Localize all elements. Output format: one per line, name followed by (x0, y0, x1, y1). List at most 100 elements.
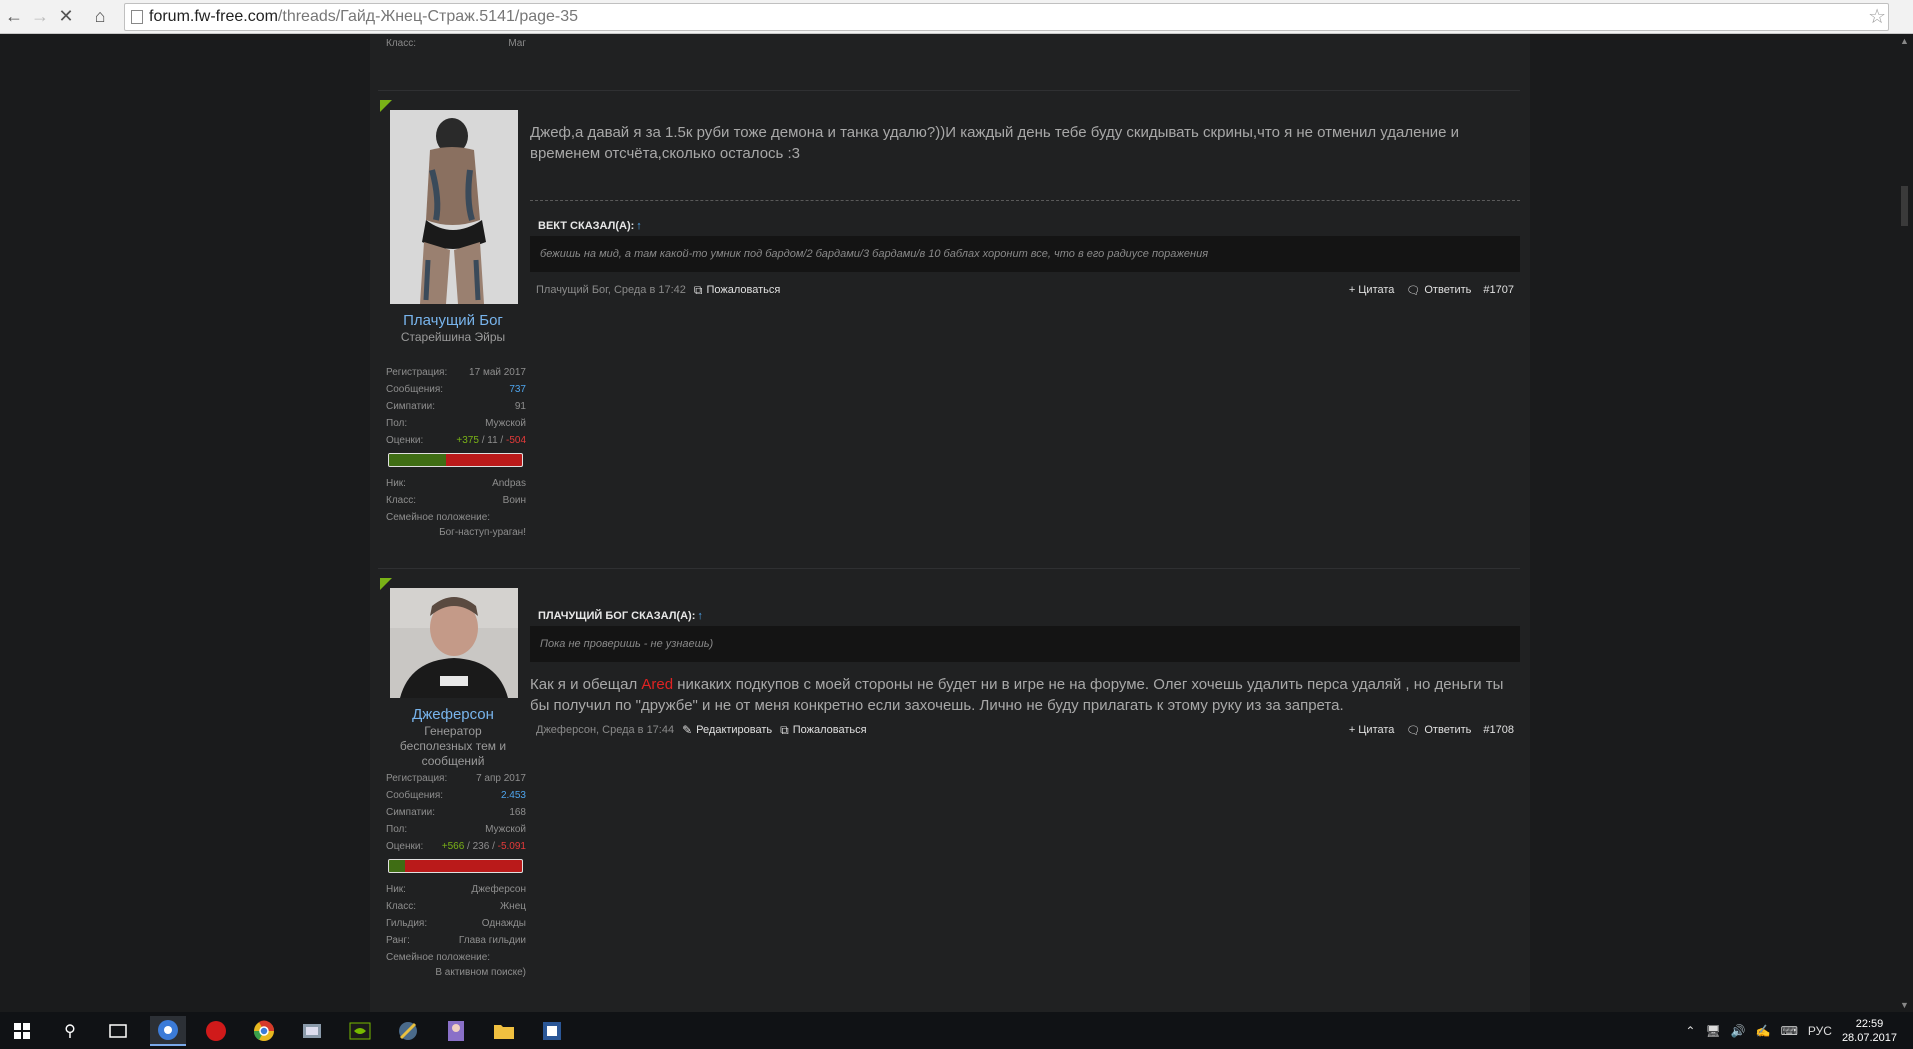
user-stats: Регистрация: 7 апр 2017 Сообщения: 2.453 С… (386, 770, 526, 982)
messages-count-link[interactable]: 737 (509, 381, 526, 398)
word-icon[interactable] (534, 1016, 570, 1046)
ratings-neutral: / 236 / (464, 841, 498, 852)
post-separator (378, 568, 1520, 569)
post-meta: Плачущий Бог, Среда в 17:42 ⧉ Пожаловатьс… (536, 282, 780, 298)
jump-to-quote-icon[interactable]: ↑ (636, 220, 642, 232)
username[interactable]: Джеферсон (378, 706, 528, 723)
stop-loading-icon[interactable]: ✕ (54, 4, 78, 28)
message-text: Как я и обещал (530, 676, 642, 693)
reply-icon: 🗨 (1406, 724, 1421, 737)
quote-button[interactable]: + Цитата (1349, 724, 1395, 736)
ratings-bar-fill (389, 454, 447, 466)
report-label: Пожаловаться (706, 284, 781, 296)
language-indicator[interactable]: РУС (1808, 1024, 1832, 1038)
stat-value: Бог-наступ-ураган! (439, 527, 526, 538)
back-icon[interactable]: ← (2, 4, 26, 28)
stat-label: Симпатии: (386, 807, 435, 818)
stat-value: 17 май 2017 (469, 367, 526, 378)
volume-icon[interactable]: 🔊 (1731, 1024, 1746, 1038)
quote-button[interactable]: + Цитата (1349, 284, 1395, 296)
message-highlight: Ared (641, 676, 674, 693)
ratings-bar-fill (389, 860, 405, 872)
clock[interactable]: 22:59 28.07.2017 (1842, 1017, 1897, 1045)
stat-value: 91 (514, 401, 526, 412)
stat-label: Семейное положение: (386, 512, 491, 523)
search-icon[interactable]: ⚲ (52, 1016, 88, 1046)
reply-label: Ответить (1424, 284, 1472, 296)
ratings-value: +375 / 11 / -504 (456, 432, 526, 449)
post-1708: Джеферсон Генератор бесполезных тем и со… (370, 578, 1530, 1018)
reply-button[interactable]: 🗨 Ответить (1406, 284, 1471, 297)
bookmark-star-icon[interactable]: ☆ (1868, 6, 1886, 28)
scrollbar-thumb[interactable] (1901, 186, 1908, 226)
post-1707: Плачущий Бог Старейшина Эйры Регистрация… (370, 100, 1530, 600)
stat-label: Регистрация: (386, 367, 448, 378)
username[interactable]: Плачущий Бог (378, 312, 528, 329)
stat-value: 7 апр 2017 (476, 773, 526, 784)
stat-label: Класс: (386, 901, 416, 912)
game-launcher-icon[interactable] (390, 1016, 426, 1046)
scroll-down-icon[interactable]: ▼ (1900, 1000, 1909, 1010)
chrome-icon[interactable] (246, 1016, 282, 1046)
stat-label: Пол: (386, 418, 408, 429)
url-path: /threads/Гайд-Жнец-Страж.5141/page-35 (277, 8, 579, 25)
stat-value: Жнец (499, 901, 526, 912)
page-scrollbar[interactable]: ▲ ▼ (1896, 34, 1913, 1012)
ratings-positive: +566 (441, 841, 465, 852)
stat-label: Пол: (386, 824, 408, 835)
pen-icon[interactable]: ✍ (1756, 1024, 1771, 1038)
post-actions: + Цитата 🗨 Ответить #1708 (1349, 722, 1514, 738)
post-actions: + Цитата 🗨 Ответить #1707 (1349, 282, 1514, 298)
red-app-icon[interactable] (198, 1016, 234, 1046)
signature-divider (530, 200, 1520, 201)
post-author-date[interactable]: Джеферсон, Среда в 17:44 (536, 724, 674, 736)
keyboard-icon[interactable]: ⌨ (1781, 1024, 1798, 1038)
address-bar[interactable]: forum.fw-free.com/threads/Гайд-Жнец-Стра… (124, 3, 1889, 31)
ratings-neutral: / 11 / (478, 435, 506, 446)
ratings-bar (388, 453, 523, 467)
app-icon[interactable] (294, 1016, 330, 1046)
stat-value: 168 (509, 807, 526, 818)
forum-thread: Класс: Маг Плачущий Бог Старейшина Эйры (370, 34, 1530, 1012)
post-author-date[interactable]: Плачущий Бог, Среда в 17:42 (536, 284, 686, 296)
post-number-link[interactable]: #1707 (1483, 284, 1514, 296)
quote-author-text: Вект сказал(а): (538, 220, 635, 232)
stat-label: Оценки: (386, 841, 424, 852)
file-explorer-icon[interactable] (486, 1016, 522, 1046)
nvidia-icon[interactable] (342, 1016, 378, 1046)
message-text: никаких подкупов с моей стороны не будет… (530, 676, 1504, 714)
user-stats: Регистрация: 17 май 2017 Сообщения: 737 Си… (386, 364, 526, 542)
report-button[interactable]: ⧉ Пожаловаться (780, 723, 866, 738)
avatar[interactable] (390, 110, 518, 304)
chrome-browser-icon[interactable] (150, 1016, 186, 1046)
network-icon[interactable]: 🖥 (1705, 1024, 1720, 1038)
scroll-up-icon[interactable]: ▲ (1900, 36, 1909, 46)
quote-text: бежишь на мид, а там какой-то умник под … (530, 236, 1520, 272)
task-view-icon[interactable] (100, 1016, 136, 1046)
forward-icon[interactable]: → (28, 4, 52, 28)
start-windows-icon[interactable] (4, 1016, 40, 1046)
messages-count-link[interactable]: 2.453 (501, 787, 526, 804)
jump-to-quote-icon[interactable]: ↑ (697, 610, 703, 622)
stat-value: Воин (502, 495, 526, 506)
avatar[interactable] (390, 588, 518, 698)
stat-label: Гильдия: (386, 918, 428, 929)
report-button[interactable]: ⧉ Пожаловаться (694, 283, 780, 298)
post-number-link[interactable]: #1708 (1483, 724, 1514, 736)
clock-time: 22:59 (1855, 1017, 1884, 1030)
home-icon[interactable]: ⌂ (88, 4, 112, 28)
reply-button[interactable]: 🗨 Ответить (1406, 724, 1471, 737)
stat-value: Глава гильдии (458, 935, 526, 946)
chevron-up-icon[interactable]: ⌃ (1685, 1024, 1695, 1038)
stat-value: Маг (508, 38, 526, 49)
stat-label: Ник: (386, 884, 406, 895)
edit-button[interactable]: ✎ Редактировать (682, 723, 772, 737)
url-text[interactable]: forum.fw-free.com/threads/Гайд-Жнец-Стра… (149, 8, 578, 26)
quote-author-text: Плачущий Бог сказал(а): (538, 610, 696, 622)
stat-value: Andpas (492, 478, 526, 489)
anime-app-icon[interactable] (438, 1016, 474, 1046)
pencil-icon: ✎ (682, 723, 693, 737)
user-title: Генератор бесполезных тем и сообщений (399, 724, 507, 768)
page-icon (131, 10, 143, 24)
quote-author: Плачущий Бог сказал(а): ↑ (538, 610, 703, 622)
